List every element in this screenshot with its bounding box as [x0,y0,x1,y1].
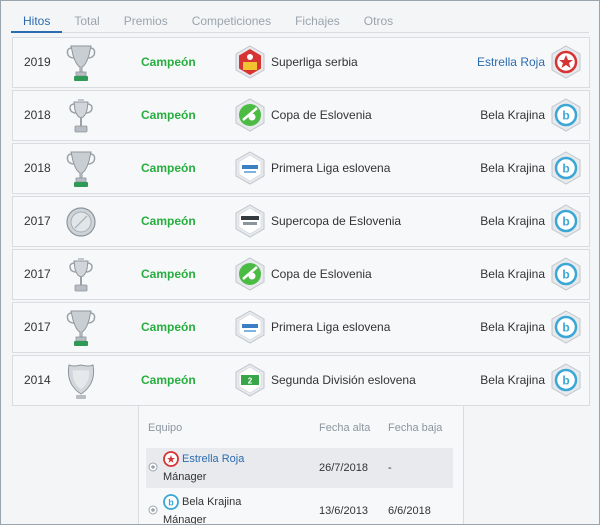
team-name: Bela Krajina [480,214,545,228]
primera-liga-logo-icon[interactable] [233,151,267,185]
cup-trophy-icon [69,99,93,133]
bela-krajina-badge-icon[interactable]: b [549,98,583,132]
estrella-roja-badge-icon [163,451,179,467]
trophy-row: 2014 Campeón 2 Segunda División eslovena… [12,355,590,406]
cup-trophy-icon [69,258,93,292]
trophy-year: 2014 [24,373,51,387]
column-header-start: Fecha alta [319,422,371,434]
tab-total[interactable]: Total [62,8,111,32]
trophy-row: 2017 Campeón Copa de Eslovenia Bela Kraj… [12,249,590,300]
team-name: Bela Krajina [480,320,545,334]
trophy-year: 2017 [24,214,51,228]
career-role: Mánager [163,514,207,525]
trophy-year: 2018 [24,161,51,175]
tab-premios[interactable]: Premios [112,8,180,32]
league-trophy-icon [66,310,96,346]
competition-name[interactable]: Supercopa de Eslovenia [271,197,401,246]
result-label: Campeón [141,267,196,281]
table-row[interactable]: b Bela Krajina Mánager 13/6/2013 6/6/201… [146,491,453,525]
trophy-year: 2017 [24,320,51,334]
trophy-year: 2017 [24,267,51,281]
table-row[interactable]: Estrella Roja Mánager 26/7/2018 - [146,448,453,488]
trophy-year: 2019 [24,55,51,69]
column-header-end: Fecha baja [388,422,443,434]
bela-krajina-badge-icon[interactable]: b [549,257,583,291]
team-name: Bela Krajina [480,373,545,387]
career-team-name: Bela Krajina [182,496,242,508]
trophy-year: 2018 [24,108,51,122]
svg-text:b: b [562,162,569,176]
career-team-link[interactable]: Estrella Roja [182,453,244,465]
league-trophy-icon [66,151,96,187]
result-label: Campeón [141,214,196,228]
trophy-row: 2018 Campeón Copa de Eslovenia Bela Kraj… [12,90,590,141]
supercup-medal-icon [66,207,96,237]
supercopa-logo-icon[interactable] [233,204,267,238]
tab-otros[interactable]: Otros [352,8,405,32]
result-label: Campeón [141,320,196,334]
career-table: Equipo Fecha alta Fecha baja Estrella Ro… [138,405,464,525]
career-end-date: 6/6/2018 [388,505,431,517]
svg-text:b: b [562,268,569,282]
competition-name[interactable]: Primera Liga eslovena [271,303,390,352]
bela-krajina-badge-icon[interactable]: b [549,310,583,344]
result-label: Campeón [141,108,196,122]
tab-fichajes[interactable]: Fichajes [283,8,352,32]
team-name: Bela Krajina [480,267,545,281]
bela-krajina-badge-icon[interactable]: b [549,363,583,397]
league-trophy-icon [66,45,96,81]
career-end-date: - [388,462,392,474]
competition-name[interactable]: Segunda División eslovena [271,356,416,405]
superliga-serbia-logo-icon[interactable] [233,45,267,79]
tab-competiciones[interactable]: Competiciones [180,8,283,32]
palmares-panel: Hitos Total Premios Competiciones Fichaj… [0,0,600,525]
trophy-list: 2019 Campeón Superliga serbia Estrella R… [12,37,590,408]
team-name: Bela Krajina [480,161,545,175]
result-label: Campeón [141,373,196,387]
competition-name[interactable]: Superliga serbia [271,38,358,87]
team-name: Bela Krajina [480,108,545,122]
radio-dot-icon [148,505,158,515]
tab-hitos[interactable]: Hitos [11,8,63,33]
trophy-row: 2018 Campeón Primera Liga eslovena Bela … [12,143,590,194]
estrella-roja-badge-icon[interactable] [549,45,583,79]
svg-text:b: b [562,374,569,388]
svg-text:b: b [562,109,569,123]
copa-eslovenia-logo-icon[interactable] [233,98,267,132]
shield-trophy-icon [67,364,95,399]
career-start-date: 26/7/2018 [319,462,368,474]
bela-krajina-badge-icon[interactable]: b [549,151,583,185]
result-label: Campeón [141,161,196,175]
trophy-row: 2017 Campeón Supercopa de Eslovenia Bela… [12,196,590,247]
competition-name[interactable]: Primera Liga eslovena [271,144,390,193]
primera-liga-logo-icon[interactable] [233,310,267,344]
svg-text:b: b [562,321,569,335]
tab-bar: Hitos Total Premios Competiciones Fichaj… [11,8,589,33]
team-link[interactable]: Estrella Roja [477,38,545,87]
career-start-date: 13/6/2013 [319,505,368,517]
bela-krajina-badge-icon[interactable]: b [549,204,583,238]
trophy-row: 2019 Campeón Superliga serbia Estrella R… [12,37,590,88]
svg-text:2: 2 [248,377,253,386]
segunda-division-logo-icon[interactable]: 2 [233,363,267,397]
svg-text:b: b [168,498,174,508]
radio-dot-icon [148,462,158,472]
bela-krajina-badge-icon: b [163,494,179,510]
trophy-row: 2017 Campeón Primera Liga eslovena Bela … [12,302,590,353]
result-label: Campeón [141,55,196,69]
copa-eslovenia-logo-icon[interactable] [233,257,267,291]
column-header-team: Equipo [148,422,183,434]
svg-text:b: b [562,215,569,229]
competition-name[interactable]: Copa de Eslovenia [271,250,372,299]
competition-name[interactable]: Copa de Eslovenia [271,91,372,140]
career-role: Mánager [163,471,207,483]
